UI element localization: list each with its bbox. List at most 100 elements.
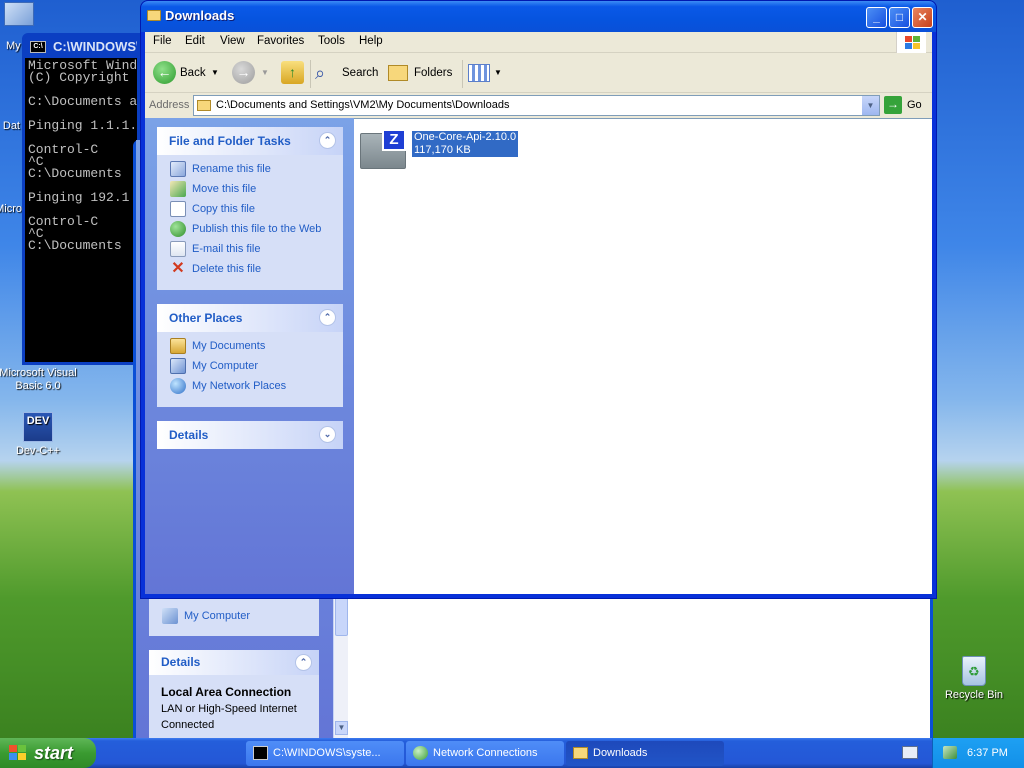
system-tray: 6:37 PM <box>932 738 1024 768</box>
scroll-down-icon[interactable]: ▼ <box>335 721 348 735</box>
place-my-network[interactable]: My Network Places <box>157 376 343 396</box>
minimize-button[interactable]: _ <box>866 7 887 28</box>
downloads-titlebar[interactable]: Downloads _ □ ✕ <box>141 1 936 32</box>
place-my-computer[interactable]: My Computer <box>157 356 343 376</box>
file-list[interactable]: Z One-Core-Api-2.10.0 117,170 KB <box>354 118 932 594</box>
menu-file[interactable]: File <box>153 35 172 47</box>
menu-view[interactable]: View <box>220 35 245 47</box>
folders-icon[interactable] <box>388 65 408 81</box>
desktop-icon-data[interactable]: Dat <box>0 120 20 133</box>
taskbar-button-network[interactable]: Network Connections <box>406 741 564 766</box>
rename-icon <box>170 161 186 177</box>
network-places-icon <box>170 378 186 394</box>
cmd-output[interactable]: Microsoft Wind (C) Copyright C:\Documents… <box>25 58 137 362</box>
other-places-title: Other Places <box>169 311 243 325</box>
close-button[interactable]: ✕ <box>912 7 933 28</box>
keyboard-icon[interactable] <box>902 746 918 759</box>
folders-button[interactable]: Folders <box>414 60 452 86</box>
task-label: Rename this file <box>192 163 271 175</box>
details-title: Details <box>169 428 209 442</box>
back-dropdown-icon[interactable]: ▼ <box>211 60 219 86</box>
delete-x-icon: ✕ <box>171 260 185 277</box>
back-arrow-icon[interactable]: ← <box>153 61 176 84</box>
link-label: My Computer <box>184 610 251 622</box>
start-button[interactable]: start <box>0 738 96 768</box>
cmd-window[interactable]: C:\ C:\WINDOWS\s Microsoft Wind(C) Copyr… <box>22 33 140 365</box>
views-icon[interactable] <box>468 64 490 82</box>
cmd-line: C:\Documents a <box>28 94 137 109</box>
menu-favorites[interactable]: Favorites <box>257 35 304 47</box>
forward-arrow-icon[interactable]: → <box>232 61 255 84</box>
go-arrow-icon[interactable]: → <box>884 96 902 114</box>
search-button[interactable]: Search <box>342 60 378 86</box>
computer-icon <box>4 2 34 26</box>
task-publish[interactable]: Publish this file to the Web <box>157 219 343 239</box>
windows-logo-icon <box>896 32 926 53</box>
collapse-icon[interactable]: ⌃ <box>319 132 336 149</box>
devcpp-icon-text: DEV <box>26 415 50 427</box>
desktop-icon-label: Micro <box>0 203 22 215</box>
address-input[interactable]: C:\Documents and Settings\VM2\My Documen… <box>193 95 880 116</box>
place-label: My Computer <box>192 360 259 372</box>
desktop-icon-devcpp[interactable]: DEV Dev-C++ <box>0 412 83 458</box>
my-computer-icon <box>170 358 186 374</box>
place-my-documents[interactable]: My Documents <box>157 336 343 356</box>
cmd-title: C:\WINDOWS\s <box>53 39 137 54</box>
taskbar-button-cmd[interactable]: C:\WINDOWS\syste... <box>246 741 404 766</box>
network-tray-icon[interactable] <box>943 746 957 759</box>
search-icon[interactable]: ⌕ <box>315 60 337 86</box>
other-places-header[interactable]: Other Places ⌃ <box>157 304 343 332</box>
address-bar: Address C:\Documents and Settings\VM2\My… <box>145 94 932 117</box>
desktop-icon-my-computer[interactable]: My <box>0 2 42 52</box>
menu-help[interactable]: Help <box>359 35 383 47</box>
file-tasks-header[interactable]: File and Folder Tasks ⌃ <box>157 127 343 155</box>
toolbar-separator <box>462 60 463 88</box>
downloads-window[interactable]: Downloads _ □ ✕ File Edit View Favorites… <box>140 0 937 599</box>
desktop-icon-recycle-bin[interactable]: ♻ Recycle Bin <box>929 656 1019 702</box>
globe-icon <box>170 221 186 237</box>
place-label: My Documents <box>192 340 266 352</box>
desktop-icon-microsoft[interactable]: Micro <box>0 203 22 216</box>
desktop-icon-vb6[interactable]: Microsoft Visual Basic 6.0 <box>0 367 80 393</box>
maximize-button[interactable]: □ <box>889 7 910 28</box>
views-dropdown-icon[interactable]: ▼ <box>494 60 502 86</box>
back-button[interactable]: Back <box>180 60 206 86</box>
task-copy[interactable]: Copy this file <box>157 199 343 219</box>
cmd-titlebar[interactable]: C:\ C:\WINDOWS\s <box>25 36 137 58</box>
task-label: Publish this file to the Web <box>192 223 322 235</box>
move-icon <box>170 181 186 197</box>
task-rename[interactable]: Rename this file <box>157 159 343 179</box>
window-title: Downloads <box>165 8 235 23</box>
cmd-line: C:\Documents <box>28 238 130 253</box>
toolbar: ← Back ▼ → ▼ ↑ ⌕ Search Folders ▼ <box>145 54 932 93</box>
menu-edit[interactable]: Edit <box>185 35 205 47</box>
up-folder-icon[interactable]: ↑ <box>281 61 304 84</box>
address-dropdown-icon[interactable]: ▼ <box>862 96 879 115</box>
collapse-icon[interactable]: ⌃ <box>319 309 336 326</box>
task-label: Copy this file <box>192 203 255 215</box>
go-button[interactable]: Go <box>907 96 922 114</box>
details-header[interactable]: Details ⌄ <box>157 421 343 449</box>
menu-tools[interactable]: Tools <box>318 35 345 47</box>
task-move[interactable]: Move this file <box>157 179 343 199</box>
desktop-icon-label: Dat <box>2 120 20 132</box>
folder-icon <box>147 10 161 21</box>
link-my-computer[interactable]: My Computer <box>149 606 250 626</box>
forward-dropdown-icon[interactable]: ▼ <box>261 60 269 86</box>
details-panel: Details ⌄ <box>157 421 343 449</box>
task-label: Network Connections <box>433 747 538 759</box>
network-details-header[interactable]: Details ⌃ <box>149 650 319 675</box>
connection-name: Local Area Connection <box>161 685 292 699</box>
connection-type: LAN or High-Speed Internet <box>161 703 297 715</box>
address-value: C:\Documents and Settings\VM2\My Documen… <box>216 99 510 111</box>
task-delete[interactable]: ✕ Delete this file <box>157 259 343 279</box>
clock[interactable]: 6:37 PM <box>967 738 1008 768</box>
file-name-label: One-Core-Api-2.10.0 117,170 KB <box>412 131 519 157</box>
expand-icon[interactable]: ⌄ <box>319 426 336 443</box>
taskbar: start C:\WINDOWS\syste... Network Connec… <box>0 738 1024 768</box>
expand-icon[interactable]: ⌃ <box>295 654 312 671</box>
task-email[interactable]: E-mail this file <box>157 239 343 259</box>
taskbar-button-downloads[interactable]: Downloads <box>566 741 724 766</box>
file-item[interactable]: Z One-Core-Api-2.10.0 117,170 KB <box>360 127 530 171</box>
cmd-icon <box>253 746 268 760</box>
